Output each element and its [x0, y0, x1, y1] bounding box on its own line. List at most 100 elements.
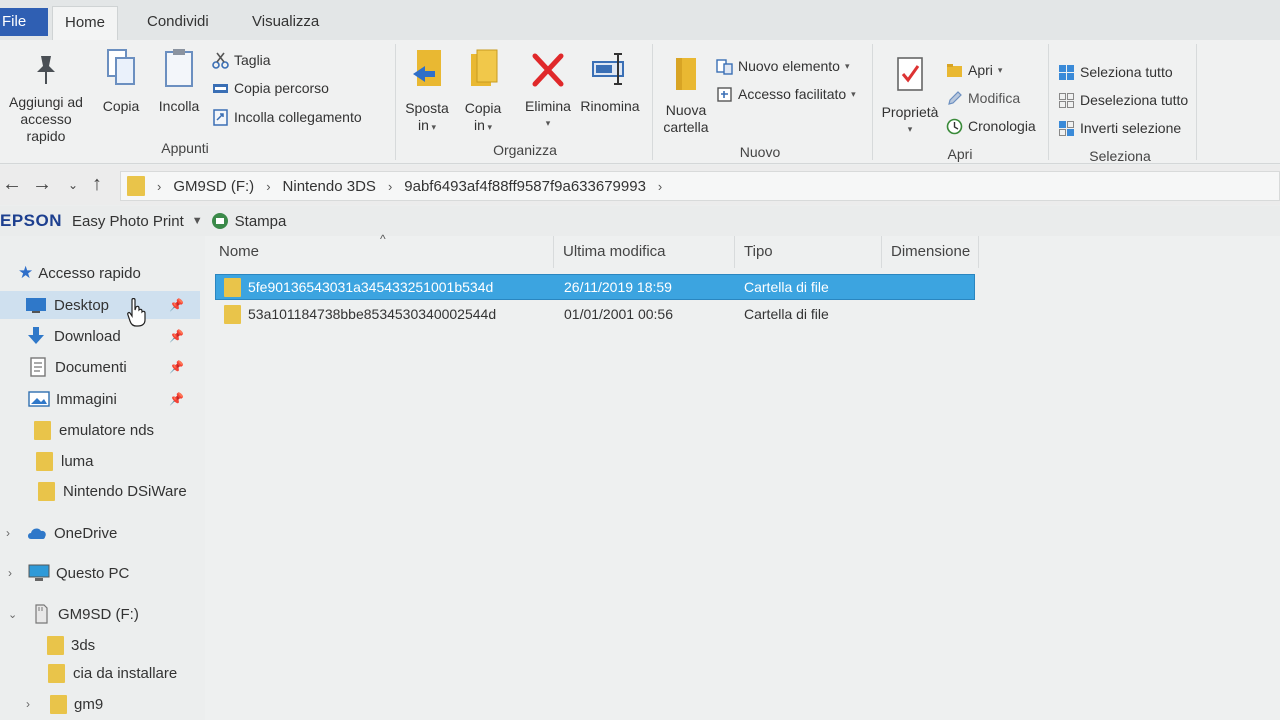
chevron-right-icon: ›: [266, 178, 271, 194]
properties-label: Proprietà: [881, 104, 939, 120]
nav-folder-label: luma: [61, 452, 94, 470]
pin-icon[interactable]: 📌: [169, 392, 184, 406]
nav-onedrive[interactable]: › OneDrive: [0, 519, 200, 547]
nav-folder-emulatore-nds[interactable]: emulatore nds: [0, 416, 200, 444]
paste-button[interactable]: Incolla: [152, 48, 206, 115]
copy-to-button[interactable]: Copia in ▾: [458, 48, 508, 136]
back-button[interactable]: ←: [2, 173, 22, 196]
chevron-down-icon: ▾: [997, 64, 1003, 75]
nav-folder-luma[interactable]: luma: [0, 447, 200, 475]
pin-icon[interactable]: 📌: [169, 360, 184, 374]
file-name[interactable]: 53a101184738bbe8534530340002544d: [248, 306, 496, 322]
nav-download[interactable]: Download 📌: [0, 322, 200, 350]
nav-folder-label: Nintendo DSiWare: [63, 482, 187, 500]
rename-label: Rinomina: [580, 98, 640, 114]
recent-locations-button[interactable]: ⌄: [68, 178, 78, 192]
easy-photo-print-button[interactable]: Easy Photo Print: [72, 213, 184, 230]
chevron-down-icon: ▾: [484, 122, 492, 132]
nav-this-pc[interactable]: › Questo PC: [0, 559, 200, 587]
ribbon-separator: [1048, 44, 1049, 160]
rename-icon: [592, 53, 624, 85]
history-button[interactable]: Cronologia: [946, 116, 1036, 136]
open-label: Apri: [968, 62, 993, 78]
invert-selection-label: Inverti selezione: [1080, 120, 1182, 136]
cut-button[interactable]: Taglia: [212, 50, 271, 70]
new-item-button[interactable]: Nuovo elemento ▾: [716, 56, 849, 76]
move-to-icon: [413, 50, 441, 86]
chevron-down-icon[interactable]: ▼: [192, 215, 203, 227]
rename-button[interactable]: Rinomina: [578, 50, 642, 115]
table-row[interactable]: 53a101184738bbe8534530340002544d 01/01/2…: [215, 302, 975, 328]
new-folder-label-1: Nuova: [665, 102, 707, 118]
select-all-button[interactable]: Seleziona tutto: [1058, 62, 1173, 82]
chevron-right-icon[interactable]: ›: [26, 697, 30, 711]
select-none-button[interactable]: Deseleziona tutto: [1058, 90, 1188, 110]
file-name[interactable]: 5fe90136543031a345433251001b534d: [248, 279, 493, 295]
nav-pictures[interactable]: Immagini 📌: [0, 385, 200, 413]
pin-icon[interactable]: 📌: [169, 329, 184, 343]
edit-button[interactable]: Modifica: [946, 88, 1020, 108]
nav-folder-gm9[interactable]: › gm9: [0, 690, 200, 718]
new-item-label: Nuovo elemento: [738, 58, 840, 74]
folder-icon: [50, 694, 67, 714]
pin-label-2: accesso rapido: [20, 111, 72, 144]
chevron-down-icon[interactable]: ⌄: [8, 608, 17, 621]
pin-quick-access-button[interactable]: Aggiungi ad accesso rapido: [0, 52, 92, 145]
nav-desktop[interactable]: Desktop 📌: [0, 291, 200, 319]
paste-shortcut-label: Incolla collegamento: [234, 109, 362, 125]
nav-drive-gm9sd[interactable]: ⌄ GM9SD (F:): [0, 600, 200, 628]
file-type: Cartella di file: [744, 306, 829, 322]
move-to-button[interactable]: Sposta in ▾: [402, 48, 452, 136]
breadcrumb-current-folder[interactable]: 9abf6493af4f88ff9587f9a633679993: [404, 178, 646, 195]
nav-quick-access[interactable]: ★ Accesso rapido: [0, 259, 200, 287]
breadcrumb-drive[interactable]: GM9SD (F:): [173, 178, 254, 195]
chevron-right-icon[interactable]: ›: [6, 526, 10, 540]
paste-shortcut-button[interactable]: Incolla collegamento: [212, 107, 362, 127]
breadcrumb[interactable]: › GM9SD (F:) › Nintendo 3DS › 9abf6493af…: [120, 171, 1280, 201]
download-icon: [28, 327, 44, 344]
epson-toolbar: EPSON Easy Photo Print ▼ Stampa: [0, 206, 1280, 236]
chevron-down-icon: ▾: [545, 118, 551, 128]
nav-documents[interactable]: Documenti 📌: [0, 353, 200, 381]
column-header-size[interactable]: Dimensione: [883, 236, 979, 268]
group-label-clipboard: Appunti: [161, 140, 209, 156]
new-item-icon: [716, 58, 733, 75]
back-arrow-icon: ←: [2, 173, 22, 195]
breadcrumb-nintendo-3ds[interactable]: Nintendo 3DS: [283, 178, 376, 195]
select-all-label: Seleziona tutto: [1080, 64, 1173, 80]
nav-folder-cia-da-installare[interactable]: cia da installare: [0, 659, 200, 687]
chevron-right-icon: ›: [657, 178, 663, 194]
invert-selection-button[interactable]: Inverti selezione: [1058, 118, 1181, 138]
cut-label: Taglia: [234, 52, 271, 68]
column-header-name[interactable]: Nome: [211, 236, 554, 268]
ribbon: Aggiungi ad accesso rapido Copia Incolla…: [0, 40, 1280, 164]
scissors-icon: [212, 52, 229, 69]
nav-folder-3ds[interactable]: 3ds: [0, 631, 200, 659]
column-header-modified[interactable]: Ultima modifica: [555, 236, 735, 268]
tab-home[interactable]: Home: [52, 6, 119, 40]
chevron-right-icon[interactable]: ›: [8, 566, 12, 580]
column-header-type[interactable]: Tipo: [736, 236, 882, 268]
desktop-icon: [26, 297, 46, 313]
print-button[interactable]: Stampa: [235, 213, 287, 230]
up-arrow-icon: ↑: [92, 173, 102, 195]
copy-path-button[interactable]: Copia percorso: [212, 78, 329, 98]
pin-icon[interactable]: 📌: [169, 298, 184, 312]
folder-icon: [127, 176, 145, 196]
copy-button[interactable]: Copia: [96, 48, 146, 115]
table-row[interactable]: 5fe90136543031a345433251001b534d 26/11/2…: [215, 274, 975, 300]
nav-folder-label: 3ds: [71, 636, 96, 654]
new-folder-button[interactable]: Nuova cartella: [658, 54, 714, 136]
tab-file[interactable]: File: [0, 8, 48, 36]
delete-button[interactable]: Elimina ▾: [520, 50, 576, 132]
open-button[interactable]: Apri ▾: [946, 60, 1002, 80]
up-button[interactable]: ↑: [92, 173, 102, 196]
forward-button[interactable]: →: [32, 173, 52, 196]
nav-folder-nintendo-dsiware[interactable]: Nintendo DSiWare: [0, 477, 200, 505]
properties-button[interactable]: Proprietà ▾: [878, 56, 942, 138]
tab-view[interactable]: Visualizza: [240, 6, 331, 40]
easy-access-button[interactable]: Accesso facilitato ▾: [716, 84, 856, 104]
nav-pictures-label: Immagini: [56, 390, 117, 408]
tab-share[interactable]: Condividi: [135, 6, 221, 40]
print-icon: [211, 213, 228, 229]
